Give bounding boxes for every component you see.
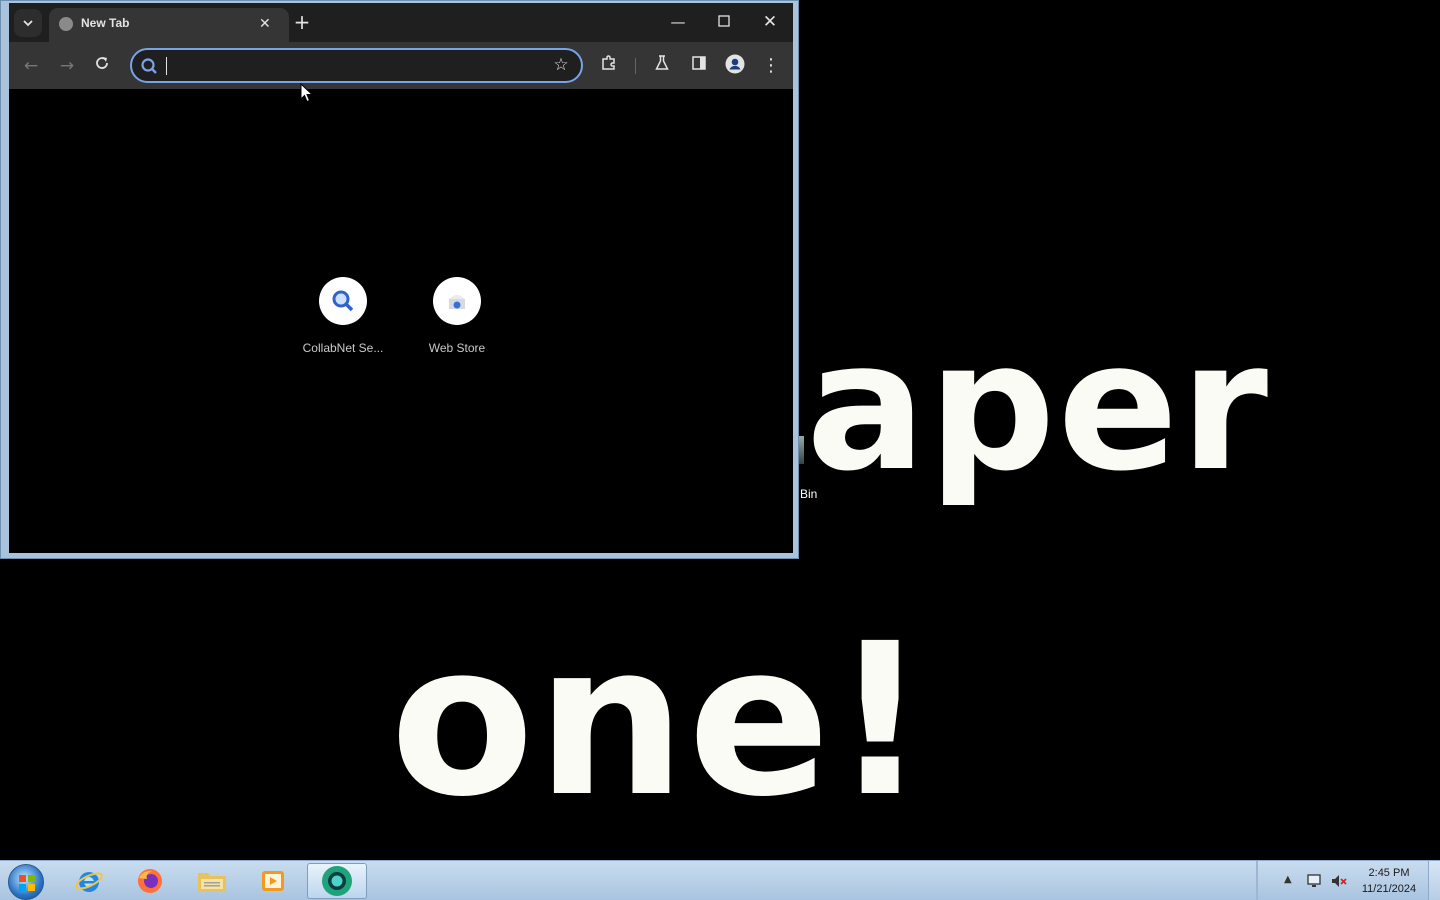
maximize-icon xyxy=(718,15,730,27)
new-tab-page: CollabNet Se... Web Store xyxy=(9,89,793,553)
desktop-icon-label[interactable]: Bin xyxy=(800,487,817,501)
address-bar[interactable]: ☆ xyxy=(130,48,583,83)
clock-time: 2:45 PM xyxy=(1368,867,1410,879)
back-button[interactable]: ← xyxy=(19,54,43,78)
tab-strip: New Tab ✕ + — ✕ xyxy=(9,3,793,42)
windows-logo-icon xyxy=(19,875,35,891)
shortcut-icon-circle xyxy=(433,277,481,325)
side-panel-icon xyxy=(692,56,706,70)
maximize-button[interactable] xyxy=(704,11,744,33)
puzzle-icon xyxy=(602,55,615,70)
show-desktop-button[interactable] xyxy=(1428,861,1440,900)
taskbar: ▲ 2:45 PM 11/21/2024 xyxy=(0,860,1440,900)
reload-icon xyxy=(96,57,108,69)
text-caret xyxy=(166,57,167,75)
extensions-button[interactable] xyxy=(597,54,621,78)
minimize-button[interactable]: — xyxy=(658,11,698,33)
menu-kebab-icon[interactable]: ⋮ xyxy=(759,54,783,78)
clock-date: 11/21/2024 xyxy=(1361,883,1417,895)
media-player-icon xyxy=(262,871,284,891)
flask-icon xyxy=(655,55,669,70)
bookmark-star-icon[interactable]: ☆ xyxy=(550,54,572,76)
start-button[interactable] xyxy=(8,864,44,900)
file-explorer-icon xyxy=(198,873,226,892)
shortcut-tile[interactable]: Web Store xyxy=(407,277,507,355)
forward-button[interactable]: → xyxy=(55,54,79,78)
internet-explorer-icon xyxy=(75,872,103,892)
taskbar-media-button[interactable] xyxy=(244,863,302,899)
taskbar-ie-button[interactable] xyxy=(60,863,118,899)
taskbar-chrome-button[interactable] xyxy=(307,863,367,899)
network-icon[interactable] xyxy=(1306,873,1324,889)
volume-muted-icon[interactable] xyxy=(1330,873,1348,889)
show-hidden-icons-button[interactable]: ▲ xyxy=(1284,874,1292,885)
browser-toolbar: ← → ☆ ⋮ xyxy=(9,42,793,89)
shortcut-tile[interactable]: CollabNet Se... xyxy=(293,277,393,355)
reload-button[interactable] xyxy=(90,54,114,78)
close-window-button[interactable]: ✕ xyxy=(750,11,790,33)
chevron-down-icon xyxy=(23,20,33,27)
taskbar-divider xyxy=(1256,861,1258,900)
mouse-cursor-icon xyxy=(300,83,314,103)
side-panel-button[interactable] xyxy=(687,54,711,78)
avatar-icon xyxy=(725,54,745,74)
tab-title: New Tab xyxy=(81,16,130,30)
toolbar-separator xyxy=(635,58,636,74)
chrome-icon xyxy=(322,866,352,896)
browser-frame: New Tab ✕ + — ✕ ← → ☆ ⋮ CollabNet Se... … xyxy=(9,3,793,553)
profile-button[interactable] xyxy=(723,54,747,78)
tab-close-icon[interactable]: ✕ xyxy=(259,16,271,32)
magnifier-icon xyxy=(332,290,354,312)
firefox-icon xyxy=(138,869,162,893)
system-clock[interactable]: 2:45 PM 11/21/2024 xyxy=(1352,865,1426,897)
web-store-icon xyxy=(449,295,465,309)
shortcut-icon-circle xyxy=(319,277,367,325)
search-icon xyxy=(141,58,157,74)
labs-button[interactable] xyxy=(650,54,674,78)
wallpaper-text-line2: one! xyxy=(390,598,930,843)
taskbar-firefox-button[interactable] xyxy=(121,863,179,899)
new-tab-button[interactable]: + xyxy=(291,11,313,33)
address-input[interactable] xyxy=(164,54,534,78)
globe-icon xyxy=(59,17,73,31)
browser-window: New Tab ✕ + — ✕ ← → ☆ ⋮ CollabNet Se... … xyxy=(0,0,799,559)
taskbar-explorer-button[interactable] xyxy=(183,863,241,899)
shortcut-label: CollabNet Se... xyxy=(302,341,384,355)
shortcut-label: Web Store xyxy=(428,341,486,355)
wallpaper-text-line1: aper xyxy=(806,303,1271,510)
tab-new-tab[interactable]: New Tab ✕ xyxy=(49,8,289,42)
tab-search-button[interactable] xyxy=(14,9,42,37)
